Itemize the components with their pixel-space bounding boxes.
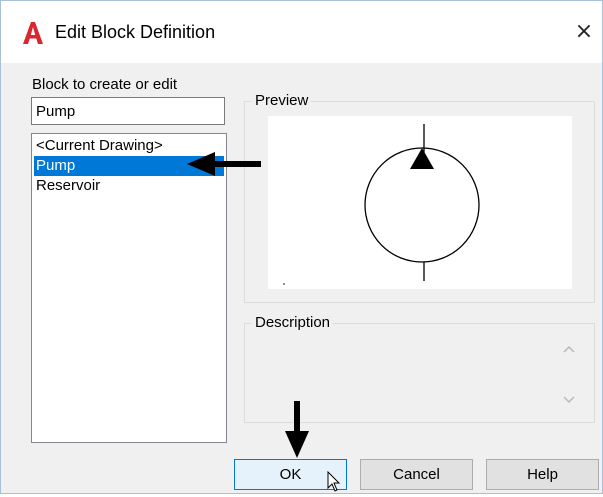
pump-symbol xyxy=(283,124,480,285)
chevron-up-icon[interactable] xyxy=(558,339,580,359)
title-bar: Edit Block Definition × xyxy=(1,1,602,63)
close-icon[interactable]: × xyxy=(571,17,597,47)
arrow-down-icon xyxy=(282,401,312,463)
window-title: Edit Block Definition xyxy=(55,22,216,42)
edit-block-definition-dialog: Edit Block Definition × Block to create … xyxy=(0,0,603,494)
cancel-button[interactable]: Cancel xyxy=(360,459,473,490)
autocad-a-icon xyxy=(23,22,43,44)
mouse-pointer-icon xyxy=(327,470,341,497)
block-preview xyxy=(268,116,572,289)
arrow-left-icon xyxy=(187,149,263,183)
chevron-down-icon[interactable] xyxy=(558,390,580,410)
preview-label: Preview xyxy=(252,92,312,109)
block-name-input[interactable] xyxy=(31,97,225,125)
block-name-label: Block to create or edit xyxy=(32,76,178,93)
help-button[interactable]: Help xyxy=(486,459,599,490)
description-label: Description xyxy=(252,314,334,331)
